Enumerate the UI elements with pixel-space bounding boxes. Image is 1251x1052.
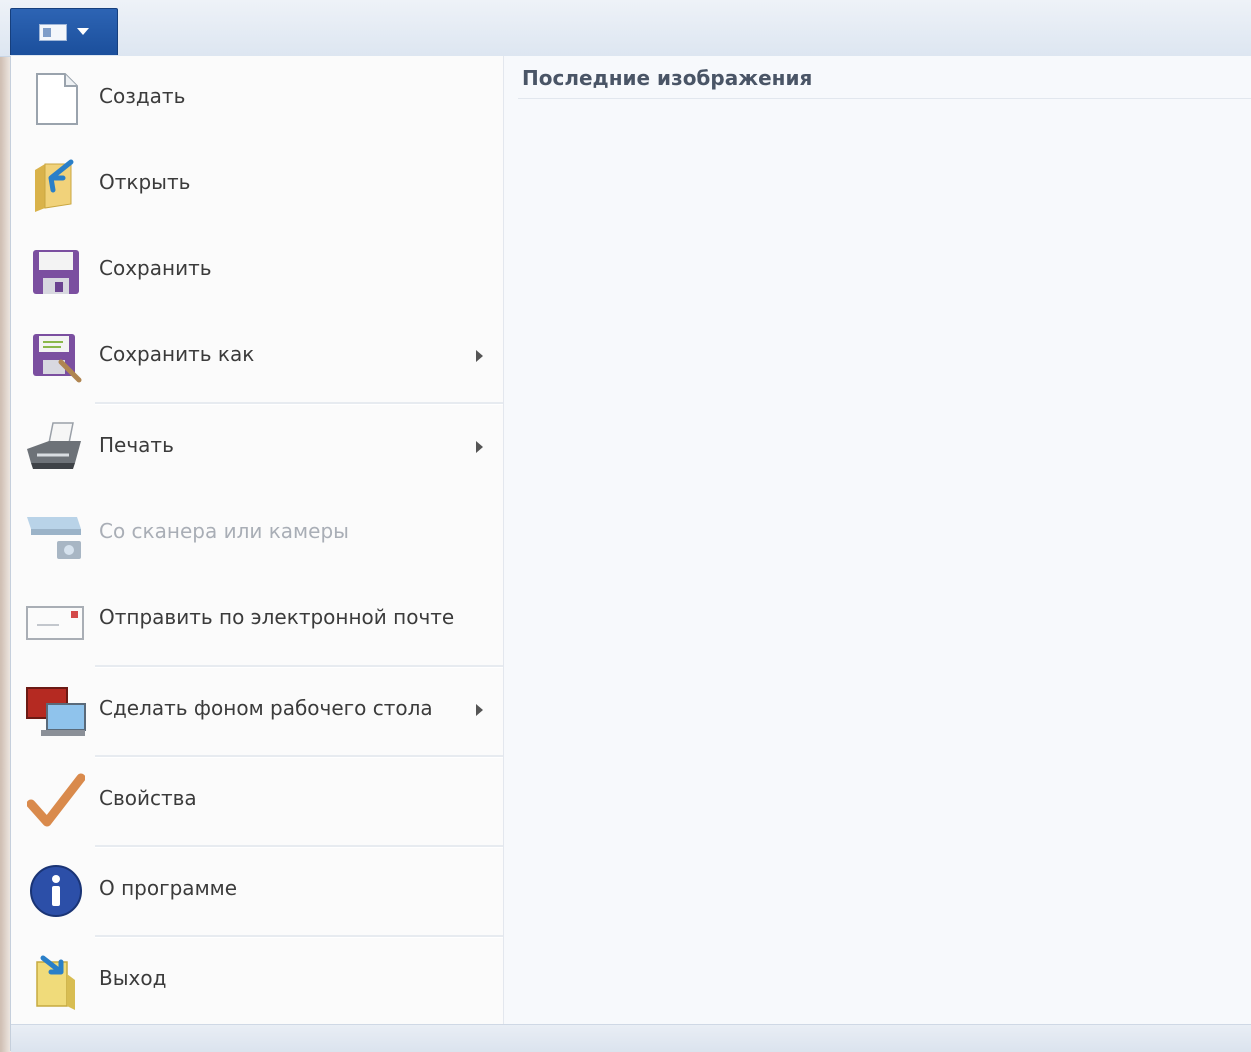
menu-item-properties[interactable]: Свойства: [11, 758, 503, 844]
menu-item-save[interactable]: Сохранить: [11, 228, 503, 314]
menu-item-print[interactable]: Печать: [11, 405, 503, 491]
application-menu-button[interactable]: [10, 8, 118, 55]
checkmark-icon: [27, 772, 85, 830]
menu-footer: [11, 1024, 1251, 1052]
desktop-background-icon: [25, 682, 86, 740]
scanner-camera-icon: [23, 505, 81, 563]
menu-item-label: Свойства: [99, 786, 197, 810]
menu-item-label: Сохранить: [99, 256, 212, 280]
chevron-down-icon: [77, 28, 89, 35]
submenu-arrow-icon: [476, 704, 483, 716]
menu-item-label: Сделать фоном рабочего стола: [99, 696, 433, 720]
menu-item-new[interactable]: Создать: [11, 56, 503, 142]
menu-item-label: Со сканера или камеры: [99, 519, 349, 543]
menu-item-label: Печать: [99, 433, 174, 457]
menu-item-label: Создать: [99, 84, 186, 108]
menu-commands-pane: Создать Открыть Сохранить Сохранить как …: [11, 56, 504, 1024]
paint-menu-icon: [39, 24, 67, 41]
email-icon: [25, 591, 84, 649]
menu-item-label: Открыть: [99, 170, 191, 194]
menu-item-from-scanner: Со сканера или камеры: [11, 491, 503, 577]
save-disk-icon: [27, 242, 85, 300]
menu-item-send-email[interactable]: Отправить по электронной почте: [11, 577, 503, 663]
application-menu: Создать Открыть Сохранить Сохранить как …: [10, 56, 1251, 1052]
recent-images-title: Последние изображения: [522, 66, 813, 90]
submenu-arrow-icon: [476, 350, 483, 362]
info-icon: [27, 862, 85, 920]
menu-item-open[interactable]: Открыть: [11, 142, 503, 228]
recent-images-pane: Последние изображения: [504, 56, 1251, 1024]
save-as-icon: [27, 328, 85, 386]
menu-item-label: Сохранить как: [99, 342, 255, 366]
ribbon-header: [0, 0, 1251, 57]
submenu-arrow-icon: [476, 441, 483, 453]
menu-item-label: Выход: [99, 966, 167, 990]
menu-item-save-as[interactable]: Сохранить как: [11, 314, 503, 400]
open-folder-icon: [27, 156, 85, 214]
menu-item-label: О программе: [99, 876, 238, 900]
printer-icon: [23, 419, 81, 477]
menu-item-label: Отправить по электронной почте: [99, 605, 455, 629]
recent-images-divider: [518, 98, 1251, 99]
exit-icon: [27, 952, 85, 1010]
menu-item-set-desktop-background[interactable]: Сделать фоном рабочего стола: [11, 668, 503, 754]
menu-item-exit[interactable]: Выход: [11, 938, 503, 1024]
new-document-icon: [27, 70, 85, 128]
menu-item-about[interactable]: О программе: [11, 848, 503, 934]
